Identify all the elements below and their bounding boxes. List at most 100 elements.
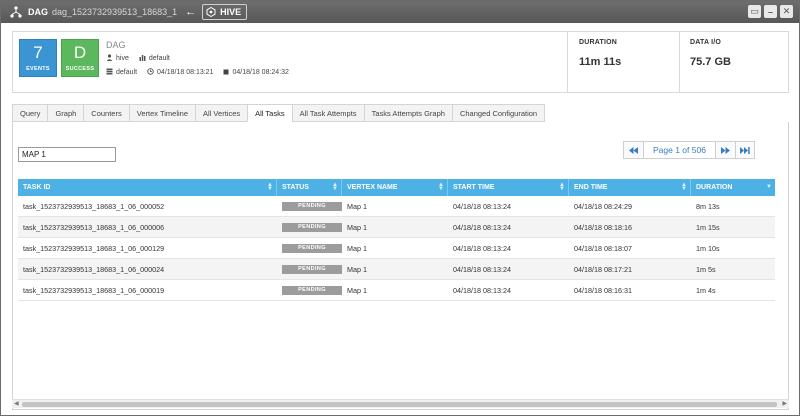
sort-icon: ▲ ▼	[681, 182, 687, 192]
column-header-duration[interactable]: DURATION ▼	[691, 179, 775, 196]
tab-all-vertices[interactable]: All Vertices	[195, 104, 248, 122]
duration-cell: 1m 5s	[696, 264, 716, 274]
dag-name: DAG	[106, 40, 126, 50]
status-badge: PENDING	[282, 222, 342, 232]
search-input[interactable]	[18, 147, 116, 162]
vertex-name-cell: Map 1	[347, 264, 367, 274]
duration-cell: 1m 4s	[696, 285, 716, 295]
end-time-cell: 04/18/18 08:16:31	[574, 285, 632, 295]
minimize-icon[interactable]: –	[764, 5, 777, 18]
start-time-cell: 04/18/18 08:13:24	[453, 222, 511, 232]
window-controls: ▭ – ✕	[748, 5, 793, 18]
sort-icon: ▲ ▼	[267, 182, 273, 192]
duration-cell: 1m 15s	[696, 222, 720, 232]
status-cell: PENDING	[277, 238, 342, 258]
task-id-cell[interactable]: task_1523732939513_18683_1_06_000024	[18, 259, 277, 279]
table-header: TASK ID ▲ ▼ STATUS ▲ ▼ VERTEX NAME ▲ ▼ START T…	[18, 179, 775, 196]
column-header-end-time[interactable]: END TIME ▲ ▼	[569, 179, 691, 196]
column-header-start-time[interactable]: START TIME ▲ ▼	[448, 179, 569, 196]
hive-hexagon-icon	[206, 7, 216, 17]
status-badge: D SUCCESS	[61, 39, 99, 77]
tasks-table: TASK ID ▲ ▼ STATUS ▲ ▼ VERTEX NAME ▲ ▼ START T…	[18, 179, 775, 301]
vertex-name-cell: Map 1	[347, 285, 367, 295]
column-header-task-id[interactable]: TASK ID ▲ ▼	[18, 179, 277, 196]
title-label: DAG	[28, 7, 48, 17]
status-letter: D	[73, 43, 87, 62]
table-row: task_1523732939513_18683_1_06_000052 PEN…	[18, 196, 775, 217]
duration-cell: 1m 10s	[696, 243, 720, 253]
events-label: EVENTS	[26, 66, 50, 72]
page-indicator: Page 1 of 506	[643, 141, 715, 159]
column-header-status[interactable]: STATUS ▲ ▼	[277, 179, 342, 196]
duration-cell: 8m 13s	[696, 201, 720, 211]
tab-changed-configuration[interactable]: Changed Configuration	[451, 104, 546, 122]
stop-icon	[223, 69, 229, 77]
user-icon	[106, 54, 113, 63]
status-label: SUCCESS	[65, 66, 95, 72]
tab-tasks-attempts-graph[interactable]: Tasks Attempts Graph	[363, 104, 452, 122]
queue-name-2: default	[116, 69, 138, 76]
first-page-icon[interactable]	[623, 141, 643, 159]
table-row: task_1523732939513_18683_1_06_000024 PEN…	[18, 259, 775, 280]
task-id-cell[interactable]: task_1523732939513_18683_1_06_000006	[18, 217, 277, 237]
app-window: DAG dag_1523732939513_18683_1 ← HIVE ▭ –…	[0, 0, 800, 416]
duration-value: 11m 11s	[579, 56, 622, 68]
status-cell: PENDING	[277, 259, 342, 279]
horizontal-scrollbar[interactable]: ◀ ▶	[12, 399, 789, 408]
data-io-stat: DATA I/O 75.7 GB	[680, 32, 788, 92]
data-io-value: 75.7 GB	[690, 56, 731, 68]
table-row: task_1523732939513_18683_1_06_000019 PEN…	[18, 280, 775, 301]
pagination: Page 1 of 506	[623, 141, 755, 159]
vertex-name-cell: Map 1	[347, 222, 367, 232]
status-badge: PENDING	[282, 285, 342, 295]
clock-icon	[147, 68, 154, 77]
vertex-name-cell: Map 1	[347, 243, 367, 253]
vertex-name-cell: Map 1	[347, 201, 367, 211]
task-id-cell[interactable]: task_1523732939513_18683_1_06_000052	[18, 196, 277, 216]
back-arrow[interactable]: ←	[185, 6, 196, 18]
duration-stat: DURATION 11m 11s	[569, 32, 680, 92]
title-bar: DAG dag_1523732939513_18683_1 ← HIVE ▭ –…	[1, 1, 799, 23]
tab-query[interactable]: Query	[12, 104, 48, 122]
engine-label: HIVE	[220, 7, 242, 17]
dag-id: dag_1523732939513_18683_1	[52, 7, 178, 17]
scroll-left-icon[interactable]: ◀	[14, 400, 19, 407]
end-time-cell: 04/18/18 08:18:16	[574, 222, 632, 232]
status-badge: PENDING	[282, 264, 342, 274]
start-time-cell: 04/18/18 08:13:24	[453, 285, 511, 295]
status-badge: PENDING	[282, 243, 342, 253]
last-page-icon[interactable]	[734, 141, 755, 159]
end-time-cell: 04/18/18 08:17:21	[574, 264, 632, 274]
scrollbar-thumb[interactable]	[22, 402, 777, 407]
tab-content: Page 1 of 506 TASK ID▲▼ STATUS▲▼ VERTEX …	[12, 122, 789, 410]
events-badge[interactable]: 7 EVENTS	[19, 39, 57, 77]
scroll-right-icon[interactable]: ▶	[782, 400, 787, 407]
engine-badge[interactable]: HIVE	[202, 4, 248, 20]
tab-bar: Query Graph Counters Vertex Timeline All…	[12, 104, 546, 122]
sort-icon: ▲ ▼	[332, 182, 338, 192]
tab-vertex-timeline[interactable]: Vertex Timeline	[128, 104, 196, 122]
end-time: 04/18/18 08:24:32	[232, 69, 289, 76]
task-id-cell[interactable]: task_1523732939513_18683_1_06_000129	[18, 238, 277, 258]
meta-time-row: default 04/18/18 08:13:21 04/18/18 08:24…	[106, 68, 289, 77]
end-time-cell: 04/18/18 08:24:29	[574, 201, 632, 211]
tab-graph[interactable]: Graph	[47, 104, 84, 122]
events-count: 7	[33, 43, 43, 62]
queue-icon	[139, 54, 146, 63]
end-time-cell: 04/18/18 08:18:07	[574, 243, 632, 253]
tab-counters[interactable]: Counters	[83, 104, 129, 122]
data-io-label: DATA I/O	[690, 39, 722, 46]
summary-main: 7 EVENTS D SUCCESS DAG hive default defa…	[13, 32, 568, 92]
dag-tree-icon	[8, 4, 24, 20]
tab-all-task-attempts[interactable]: All Task Attempts	[291, 104, 364, 122]
table-row: task_1523732939513_18683_1_06_000006 PEN…	[18, 217, 775, 238]
window-icon[interactable]: ▭	[748, 5, 761, 18]
column-header-vertex-name[interactable]: VERTEX NAME ▲ ▼	[342, 179, 448, 196]
tab-all-tasks[interactable]: All Tasks	[247, 104, 292, 122]
next-page-icon[interactable]	[714, 141, 735, 159]
status-cell: PENDING	[277, 196, 342, 216]
sort-desc-icon: ▼	[766, 184, 772, 190]
duration-label: DURATION	[579, 39, 618, 46]
task-id-cell[interactable]: task_1523732939513_18683_1_06_000019	[18, 280, 277, 300]
close-icon[interactable]: ✕	[780, 5, 793, 18]
